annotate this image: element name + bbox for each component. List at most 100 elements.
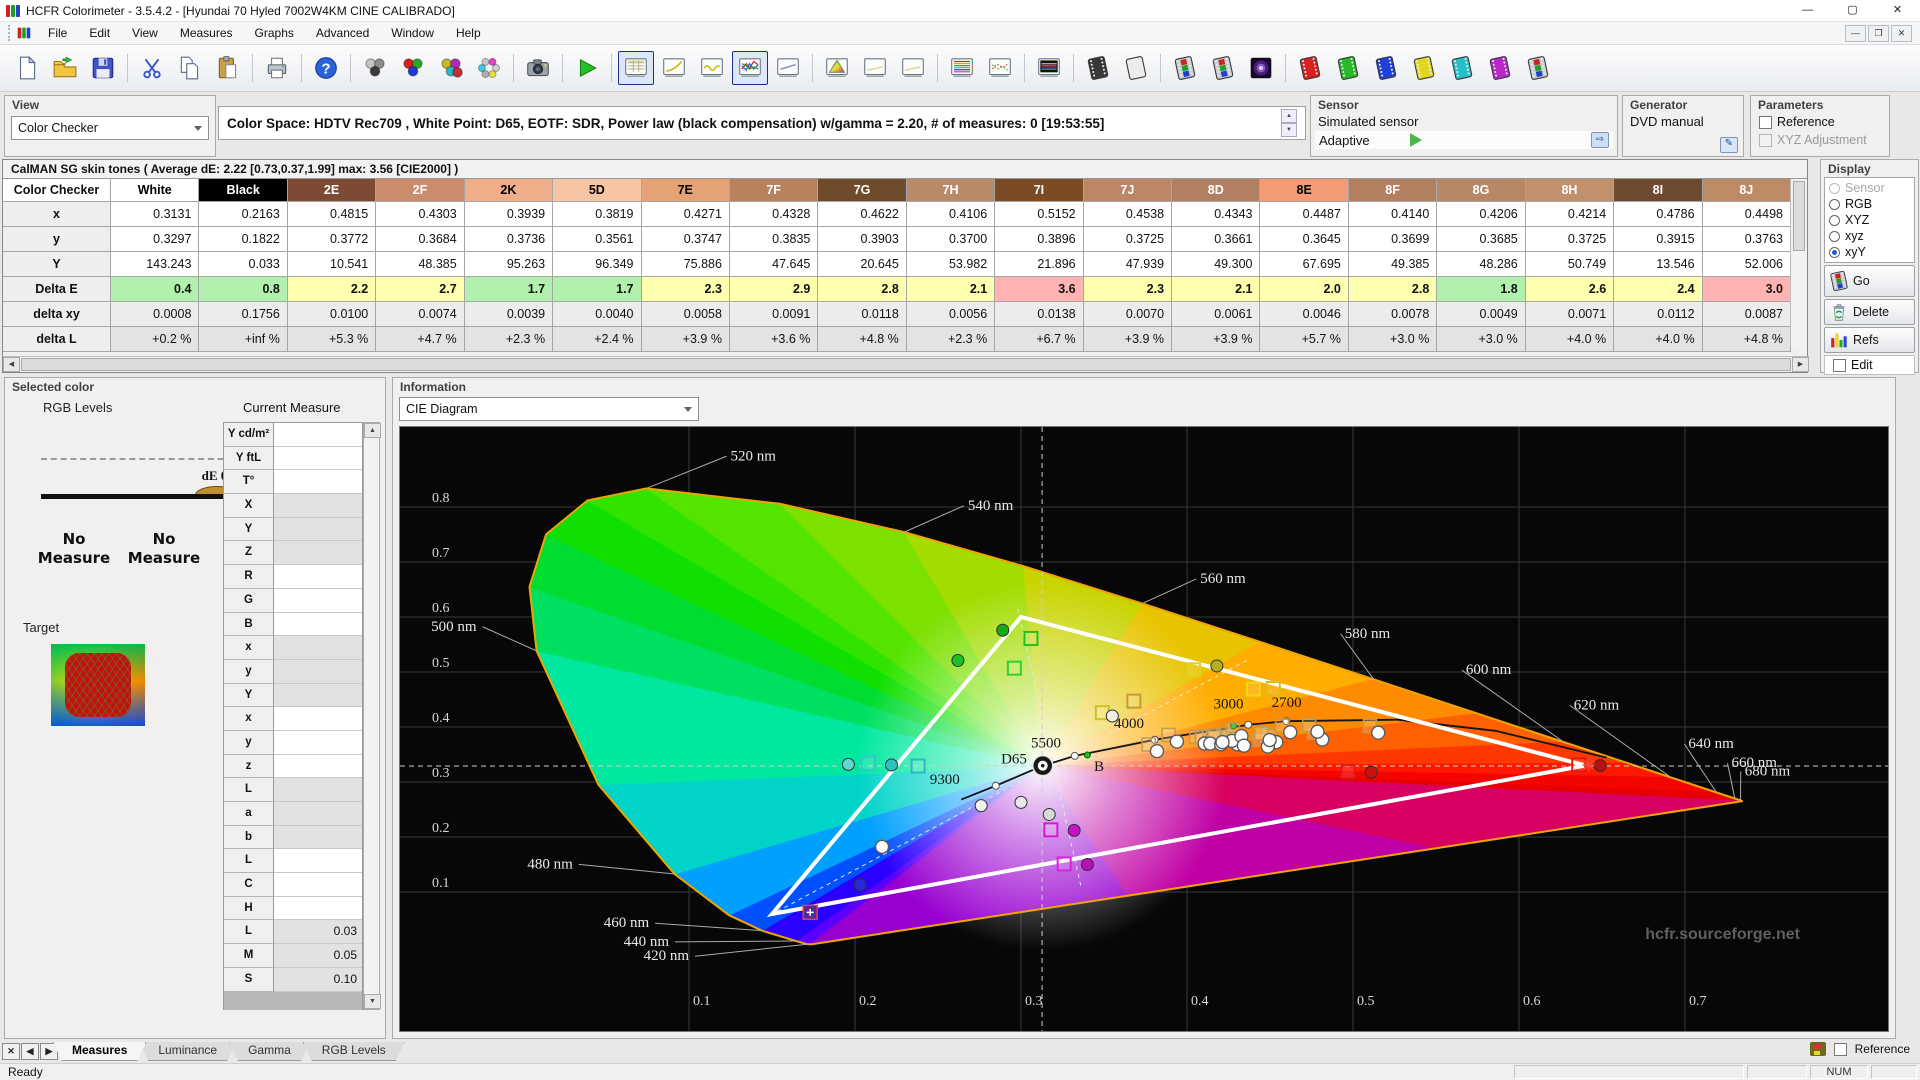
measure-red-saturation-button[interactable] bbox=[1292, 51, 1328, 85]
table-cell[interactable]: 0.3939 bbox=[465, 202, 553, 227]
column-header-2f[interactable]: 2F bbox=[376, 179, 464, 202]
tab-luminance[interactable]: Luminance bbox=[139, 1042, 236, 1061]
view-measures-grid-button[interactable] bbox=[618, 51, 654, 85]
column-header-8f[interactable]: 8F bbox=[1349, 179, 1437, 202]
close-button[interactable]: ✕ bbox=[1875, 0, 1920, 22]
table-cell[interactable]: 20.645 bbox=[818, 252, 906, 277]
table-cell[interactable]: 3.6 bbox=[995, 277, 1083, 302]
measure-primaries-series-button[interactable] bbox=[1167, 51, 1203, 85]
view-nearblack-graph-button[interactable] bbox=[770, 51, 806, 85]
table-cell[interactable]: +3.6 % bbox=[730, 327, 818, 352]
menu-graphs[interactable]: Graphs bbox=[244, 23, 305, 43]
column-header-black[interactable]: Black bbox=[199, 179, 287, 202]
edit-checkbox[interactable] bbox=[1833, 359, 1846, 372]
radio-icon[interactable] bbox=[1829, 231, 1840, 242]
table-cell[interactable]: 2.8 bbox=[1349, 277, 1437, 302]
view-luminance-alt-button[interactable] bbox=[857, 51, 893, 85]
debug-icon[interactable] bbox=[1810, 1042, 1826, 1056]
measure-grayscale-series-button[interactable] bbox=[1080, 51, 1116, 85]
table-cell[interactable]: 0.4786 bbox=[1614, 202, 1702, 227]
table-cell[interactable]: 0.0087 bbox=[1703, 302, 1791, 327]
table-cell[interactable]: 143.243 bbox=[111, 252, 199, 277]
table-cell[interactable]: 0.4538 bbox=[1084, 202, 1172, 227]
measure-cyan-saturation-button[interactable] bbox=[1444, 51, 1480, 85]
column-header-8i[interactable]: 8I bbox=[1614, 179, 1702, 202]
table-cell[interactable]: 50.749 bbox=[1526, 252, 1614, 277]
table-cell[interactable]: +4.7 % bbox=[376, 327, 464, 352]
view-free-measures-button[interactable] bbox=[1031, 51, 1067, 85]
table-cell[interactable]: 0.0074 bbox=[376, 302, 464, 327]
menu-file[interactable]: File bbox=[37, 23, 78, 43]
cie-diagram[interactable]: 520 nm540 nm560 nm580 nm600 nm620 nm640 … bbox=[399, 426, 1889, 1032]
table-cell[interactable]: 0.3700 bbox=[907, 227, 995, 252]
measure-full-set-button[interactable] bbox=[471, 51, 507, 85]
scroll-thumb[interactable] bbox=[21, 358, 1791, 371]
radio-xyz[interactable]: xyz bbox=[1829, 228, 1910, 244]
table-cell[interactable]: 2.9 bbox=[730, 277, 818, 302]
mdi-restore-button[interactable]: ❐ bbox=[1868, 25, 1889, 42]
table-cell[interactable]: 0.4622 bbox=[818, 202, 906, 227]
table-cell[interactable]: 52.006 bbox=[1703, 252, 1791, 277]
radio-icon[interactable] bbox=[1829, 247, 1840, 258]
table-cell[interactable]: 0.0112 bbox=[1614, 302, 1702, 327]
menu-view[interactable]: View bbox=[121, 23, 169, 43]
column-header-8h[interactable]: 8H bbox=[1526, 179, 1614, 202]
information-view-dropdown[interactable]: CIE Diagram bbox=[399, 397, 699, 421]
radio-icon[interactable] bbox=[1829, 215, 1840, 226]
spinner-down-icon[interactable]: ▼ bbox=[1281, 123, 1297, 137]
table-cell[interactable]: 0.1822 bbox=[199, 227, 287, 252]
table-cell[interactable]: +5.3 % bbox=[288, 327, 376, 352]
table-cell[interactable]: 0.0091 bbox=[730, 302, 818, 327]
go-button[interactable]: Go bbox=[1824, 265, 1915, 297]
capture-snapshot-button[interactable] bbox=[520, 51, 556, 85]
table-cell[interactable]: +2.3 % bbox=[465, 327, 553, 352]
measure-secondaries-button[interactable] bbox=[433, 51, 469, 85]
table-cell[interactable]: 0.4214 bbox=[1526, 202, 1614, 227]
table-cell[interactable]: 0.4 bbox=[111, 277, 199, 302]
table-cell[interactable]: 49.385 bbox=[1349, 252, 1437, 277]
table-cell[interactable]: 0.3645 bbox=[1260, 227, 1348, 252]
table-cell[interactable]: 2.1 bbox=[907, 277, 995, 302]
table-cell[interactable]: 0.4206 bbox=[1437, 202, 1525, 227]
measure-magenta-saturation-button[interactable] bbox=[1482, 51, 1518, 85]
table-cell[interactable]: +3.0 % bbox=[1437, 327, 1525, 352]
table-cell[interactable]: 53.982 bbox=[907, 252, 995, 277]
table-cell[interactable]: 2.1 bbox=[1172, 277, 1260, 302]
column-header-5d[interactable]: 5D bbox=[553, 179, 641, 202]
sensor-run-icon[interactable] bbox=[1410, 133, 1422, 147]
table-cell[interactable]: +5.7 % bbox=[1260, 327, 1348, 352]
column-header-7j[interactable]: 7J bbox=[1084, 179, 1172, 202]
info-spinner[interactable]: ▲ ▼ bbox=[1281, 109, 1297, 137]
table-cell[interactable]: 0.3131 bbox=[111, 202, 199, 227]
table-cell[interactable]: 0.1756 bbox=[199, 302, 287, 327]
table-cell[interactable]: +4.8 % bbox=[818, 327, 906, 352]
table-cell[interactable]: 0.0040 bbox=[553, 302, 641, 327]
tab-rgb-levels[interactable]: RGB Levels bbox=[303, 1042, 405, 1061]
table-cell[interactable]: 0.0056 bbox=[907, 302, 995, 327]
view-rgb-levels-graph-button[interactable] bbox=[944, 51, 980, 85]
table-cell[interactable]: 0.4140 bbox=[1349, 202, 1437, 227]
generator-edit-icon[interactable]: ✎ bbox=[1720, 137, 1738, 153]
measure-white-series-button[interactable] bbox=[1118, 51, 1154, 85]
table-cell[interactable]: 0.3819 bbox=[553, 202, 641, 227]
table-cell[interactable]: 0.4343 bbox=[1172, 202, 1260, 227]
table-cell[interactable]: +4.0 % bbox=[1526, 327, 1614, 352]
measure-contrast-button[interactable] bbox=[1243, 51, 1279, 85]
tab-close-button[interactable]: ✕ bbox=[2, 1043, 20, 1060]
table-cell[interactable]: 0.3699 bbox=[1349, 227, 1437, 252]
table-cell[interactable]: 0.0070 bbox=[1084, 302, 1172, 327]
table-cell[interactable]: 3.0 bbox=[1703, 277, 1791, 302]
table-cell[interactable]: 0.3747 bbox=[642, 227, 730, 252]
tab-measures[interactable]: Measures bbox=[53, 1042, 146, 1061]
view-histogram-graph-button[interactable] bbox=[732, 51, 768, 85]
sensor-config-icon[interactable]: ⇨ bbox=[1591, 132, 1609, 148]
open-file-button[interactable] bbox=[47, 51, 83, 85]
table-cell[interactable]: 0.0008 bbox=[111, 302, 199, 327]
delete-button[interactable]: Delete bbox=[1824, 299, 1915, 325]
table-horizontal-scrollbar[interactable]: ◀ ▶ bbox=[3, 356, 1809, 372]
table-cell[interactable]: +inf % bbox=[199, 327, 287, 352]
spinner-up-icon[interactable]: ▲ bbox=[1281, 109, 1297, 123]
measure-blue-saturation-button[interactable] bbox=[1368, 51, 1404, 85]
column-header-8d[interactable]: 8D bbox=[1172, 179, 1260, 202]
table-cell[interactable]: 0.4487 bbox=[1260, 202, 1348, 227]
